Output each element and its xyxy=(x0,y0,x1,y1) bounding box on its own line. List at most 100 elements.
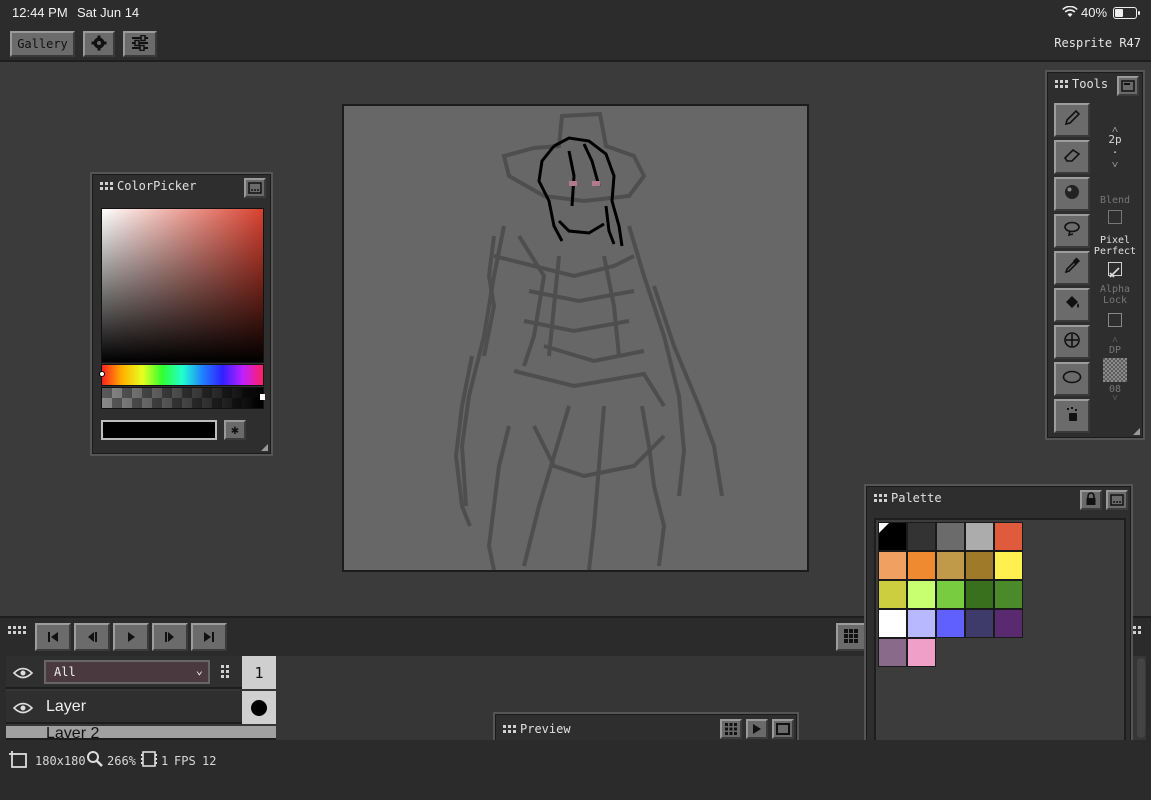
blend-checkbox[interactable] xyxy=(1108,210,1122,224)
chevron-down-icon[interactable]: ˅ xyxy=(1091,159,1139,170)
grid-icon xyxy=(725,720,737,739)
hue-slider-handle[interactable] xyxy=(99,371,105,377)
shade-tool[interactable] xyxy=(1054,177,1090,211)
palette-swatch[interactable] xyxy=(878,638,907,667)
grip-icon xyxy=(1055,80,1068,88)
dither-stepper[interactable]: ˄ DP 08 ˅ xyxy=(1091,336,1139,404)
fps-value[interactable]: 12 xyxy=(202,754,216,768)
resize-handle[interactable] xyxy=(261,444,268,451)
alpha-slider-handle[interactable] xyxy=(260,394,265,400)
gallery-button[interactable]: Gallery xyxy=(10,31,75,57)
palette-title: Palette xyxy=(891,491,942,505)
palette-swatch[interactable] xyxy=(994,609,1023,638)
palette-swatch[interactable] xyxy=(965,522,994,551)
dither-pattern-swatch xyxy=(1103,358,1127,382)
pencil-icon xyxy=(1063,109,1081,131)
frame-number-cell[interactable]: 1 xyxy=(242,656,276,689)
palette-swatch[interactable] xyxy=(907,522,936,551)
layer-row[interactable]: Layer xyxy=(6,691,276,724)
layer-row[interactable]: Layer 2 xyxy=(6,726,276,740)
grid-icon xyxy=(844,628,858,647)
ellipse-tool[interactable] xyxy=(1054,362,1090,396)
chevron-up-icon[interactable]: ˄ xyxy=(1091,336,1139,346)
preview-title: Preview xyxy=(520,722,571,736)
dp-label: DP xyxy=(1108,345,1122,356)
eyedropper-tool[interactable] xyxy=(1054,251,1090,285)
resize-handle[interactable] xyxy=(1133,428,1140,435)
settings-button[interactable] xyxy=(83,31,115,57)
layer-name: Layer xyxy=(46,698,87,715)
first-frame-button[interactable] xyxy=(35,623,71,651)
canvas-size-icon[interactable] xyxy=(8,751,28,772)
play-icon xyxy=(125,628,137,647)
status-date: Sat Jun 14 xyxy=(77,5,140,20)
color-picker-menu-button[interactable] xyxy=(244,178,266,198)
palette-menu-button[interactable] xyxy=(1106,490,1128,510)
palette-swatch[interactable] xyxy=(878,609,907,638)
next-frame-button[interactable] xyxy=(152,623,188,651)
panel-menu-icon xyxy=(248,179,262,198)
last-frame-button[interactable] xyxy=(191,623,227,651)
lasso-icon xyxy=(1063,220,1081,242)
palette-swatch[interactable] xyxy=(994,551,1023,580)
layer-filter-value: All xyxy=(54,665,76,679)
step-forward-icon xyxy=(164,628,176,647)
pencil-tool[interactable] xyxy=(1054,103,1090,137)
palette-swatch[interactable] xyxy=(936,551,965,580)
palette-swatch[interactable] xyxy=(936,580,965,609)
adjustments-button[interactable] xyxy=(123,31,157,57)
pixel-perfect-checkbox[interactable] xyxy=(1108,262,1122,278)
chevron-down-icon[interactable]: ˅ xyxy=(1091,394,1139,404)
saturation-value-field[interactable] xyxy=(101,208,264,363)
play-button[interactable] xyxy=(113,623,149,651)
eyedropper-button[interactable]: ✱ xyxy=(224,420,246,440)
palette-swatch[interactable] xyxy=(907,551,936,580)
hue-slider[interactable] xyxy=(99,364,264,386)
frame-cel[interactable] xyxy=(242,691,276,724)
eraser-tool[interactable] xyxy=(1054,140,1090,174)
cel-filled-icon xyxy=(251,699,267,716)
frames-icon[interactable] xyxy=(141,751,157,770)
preview-play-button[interactable] xyxy=(746,719,768,739)
alpha-lock-checkbox[interactable] xyxy=(1108,313,1122,327)
palette-swatch[interactable] xyxy=(878,551,907,580)
lasso-tool[interactable] xyxy=(1054,214,1090,248)
drawing-canvas[interactable] xyxy=(342,104,809,572)
color-picker-panel: ColorPicker ✱ xyxy=(90,172,273,456)
palette-swatch[interactable] xyxy=(936,609,965,638)
lock-icon xyxy=(1085,491,1097,510)
eye-icon[interactable] xyxy=(12,700,34,719)
palette-swatch[interactable] xyxy=(965,609,994,638)
previous-frame-button[interactable] xyxy=(74,623,110,651)
preview-fit-button[interactable] xyxy=(772,719,794,739)
preview-grid-button[interactable] xyxy=(720,719,742,739)
palette-swatch[interactable] xyxy=(936,522,965,551)
palette-swatch[interactable] xyxy=(907,580,936,609)
onion-skin-button[interactable] xyxy=(836,623,866,651)
alpha-slider[interactable] xyxy=(101,387,265,409)
palette-swatch[interactable] xyxy=(878,580,907,609)
timeline-scrollbar[interactable] xyxy=(1137,658,1145,738)
move-tool[interactable] xyxy=(1054,325,1090,359)
color-picker-title: ColorPicker xyxy=(117,179,197,193)
palette-swatch[interactable] xyxy=(907,609,936,638)
brush-size-stepper[interactable]: ˄ 2p · ˅ xyxy=(1091,124,1139,170)
palette-swatch[interactable] xyxy=(907,638,936,667)
chevron-down-icon: ⌄ xyxy=(195,663,203,677)
color-hex-field[interactable] xyxy=(101,420,217,440)
tools-menu-button[interactable] xyxy=(1117,76,1139,96)
palette-swatch[interactable] xyxy=(965,551,994,580)
hand-tool[interactable] xyxy=(1054,399,1090,433)
zoom-icon[interactable] xyxy=(86,750,104,771)
panel-menu-icon xyxy=(1121,77,1135,96)
layer-filter-select[interactable]: All ⌄ xyxy=(44,660,210,684)
skip-to-end-icon xyxy=(203,628,215,647)
eye-icon[interactable] xyxy=(12,665,34,684)
palette-lock-button[interactable] xyxy=(1080,490,1102,510)
palette-swatch[interactable] xyxy=(965,580,994,609)
battery-icon xyxy=(1113,7,1140,19)
palette-swatch[interactable] xyxy=(878,522,907,551)
palette-swatch[interactable] xyxy=(994,580,1023,609)
palette-swatch[interactable] xyxy=(994,522,1023,551)
fill-tool[interactable] xyxy=(1054,288,1090,322)
